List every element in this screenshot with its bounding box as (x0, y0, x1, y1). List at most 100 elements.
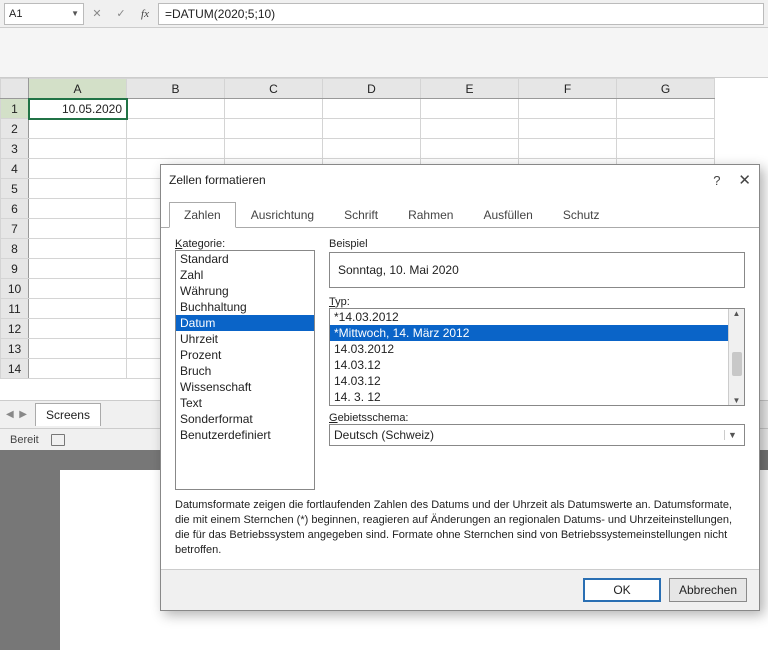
category-item[interactable]: Zahl (176, 267, 314, 283)
cell-A4[interactable] (29, 159, 127, 179)
cell-A10[interactable] (29, 279, 127, 299)
cell-A3[interactable] (29, 139, 127, 159)
tab-schrift[interactable]: Schrift (329, 202, 393, 228)
row-header-8[interactable]: 8 (1, 239, 29, 259)
row-header-11[interactable]: 11 (1, 299, 29, 319)
tab-ausfüllen[interactable]: Ausfüllen (468, 202, 547, 228)
row-header-3[interactable]: 3 (1, 139, 29, 159)
accept-formula-icon[interactable]: ✓ (110, 3, 132, 25)
cell-E1[interactable] (421, 99, 519, 119)
cell-A1[interactable]: 10.05.2020 (29, 99, 127, 119)
cell-C1[interactable] (225, 99, 323, 119)
close-icon[interactable]: ✕ (738, 171, 751, 189)
category-item[interactable]: Datum (176, 315, 314, 331)
sheet-nav[interactable]: ◀ ▶ (6, 409, 27, 420)
cancel-button[interactable]: Abbrechen (669, 578, 747, 602)
type-list[interactable]: *14.03.2012*Mittwoch, 14. März 201214.03… (329, 308, 745, 406)
cell-A14[interactable] (29, 359, 127, 379)
dialog-titlebar: Zellen formatieren ? ✕ (161, 165, 759, 195)
cell-E2[interactable] (421, 119, 519, 139)
category-item[interactable]: Währung (176, 283, 314, 299)
cell-B2[interactable] (127, 119, 225, 139)
category-item[interactable]: Bruch (176, 363, 314, 379)
cell-A5[interactable] (29, 179, 127, 199)
ok-button[interactable]: OK (583, 578, 661, 602)
locale-combo[interactable]: Deutsch (Schweiz) ▼ (329, 424, 745, 446)
cell-F1[interactable] (519, 99, 617, 119)
row-header-14[interactable]: 14 (1, 359, 29, 379)
cell-F3[interactable] (519, 139, 617, 159)
row-header-1[interactable]: 1 (1, 99, 29, 119)
row-header-6[interactable]: 6 (1, 199, 29, 219)
scroll-up-icon[interactable]: ▲ (733, 309, 741, 318)
cell-D2[interactable] (323, 119, 421, 139)
formula-input[interactable]: =DATUM(2020;5;10) (158, 3, 764, 25)
type-item[interactable]: *Mittwoch, 14. März 2012 (330, 325, 744, 341)
cancel-formula-icon[interactable]: ✕ (86, 3, 108, 25)
row-header-2[interactable]: 2 (1, 119, 29, 139)
col-header-E[interactable]: E (421, 79, 519, 99)
category-item[interactable]: Prozent (176, 347, 314, 363)
type-item[interactable]: *14.03.2012 (330, 309, 744, 325)
tab-zahlen[interactable]: Zahlen (169, 202, 236, 228)
cell-E3[interactable] (421, 139, 519, 159)
cell-A12[interactable] (29, 319, 127, 339)
category-item[interactable]: Benutzerdefiniert (176, 427, 314, 443)
cell-D3[interactable] (323, 139, 421, 159)
cell-A2[interactable] (29, 119, 127, 139)
category-item[interactable]: Buchhaltung (176, 299, 314, 315)
cell-C3[interactable] (225, 139, 323, 159)
fx-icon[interactable]: fx (134, 3, 156, 25)
cell-B1[interactable] (127, 99, 225, 119)
cell-A7[interactable] (29, 219, 127, 239)
cell-D1[interactable] (323, 99, 421, 119)
scroll-thumb[interactable] (732, 352, 742, 376)
dialog-footer: OK Abbrechen (161, 569, 759, 610)
cell-G3[interactable] (617, 139, 715, 159)
name-box[interactable]: A1 ▼ (4, 3, 84, 25)
col-header-A[interactable]: A (29, 79, 127, 99)
row-header-4[interactable]: 4 (1, 159, 29, 179)
row-header-5[interactable]: 5 (1, 179, 29, 199)
help-icon[interactable]: ? (713, 173, 720, 188)
col-header-G[interactable]: G (617, 79, 715, 99)
category-item[interactable]: Uhrzeit (176, 331, 314, 347)
sheet-tab[interactable]: Screens (35, 403, 101, 426)
cell-F2[interactable] (519, 119, 617, 139)
type-item[interactable]: 14.03.2012 (330, 341, 744, 357)
cell-A9[interactable] (29, 259, 127, 279)
scroll-down-icon[interactable]: ▼ (733, 396, 741, 405)
category-list[interactable]: StandardZahlWährungBuchhaltungDatumUhrze… (175, 250, 315, 490)
row-header-7[interactable]: 7 (1, 219, 29, 239)
cell-A8[interactable] (29, 239, 127, 259)
category-item[interactable]: Standard (176, 251, 314, 267)
col-header-B[interactable]: B (127, 79, 225, 99)
row-header-12[interactable]: 12 (1, 319, 29, 339)
category-item[interactable]: Text (176, 395, 314, 411)
cell-G1[interactable] (617, 99, 715, 119)
row-header-10[interactable]: 10 (1, 279, 29, 299)
category-item[interactable]: Wissenschaft (176, 379, 314, 395)
tab-rahmen[interactable]: Rahmen (393, 202, 468, 228)
type-item[interactable]: 14. 3. 12 (330, 389, 744, 405)
category-item[interactable]: Sonderformat (176, 411, 314, 427)
tab-schutz[interactable]: Schutz (548, 202, 615, 228)
col-header-D[interactable]: D (323, 79, 421, 99)
record-macro-icon[interactable] (51, 434, 65, 446)
scrollbar[interactable]: ▲ ▼ (728, 309, 744, 405)
cell-A13[interactable] (29, 339, 127, 359)
select-all-corner[interactable] (1, 79, 29, 99)
cell-B3[interactable] (127, 139, 225, 159)
col-header-C[interactable]: C (225, 79, 323, 99)
type-item[interactable]: 14.3.12 (330, 405, 744, 406)
type-item[interactable]: 14.03.12 (330, 373, 744, 389)
row-header-13[interactable]: 13 (1, 339, 29, 359)
cell-A11[interactable] (29, 299, 127, 319)
cell-A6[interactable] (29, 199, 127, 219)
cell-G2[interactable] (617, 119, 715, 139)
cell-C2[interactable] (225, 119, 323, 139)
col-header-F[interactable]: F (519, 79, 617, 99)
type-item[interactable]: 14.03.12 (330, 357, 744, 373)
tab-ausrichtung[interactable]: Ausrichtung (236, 202, 329, 228)
row-header-9[interactable]: 9 (1, 259, 29, 279)
